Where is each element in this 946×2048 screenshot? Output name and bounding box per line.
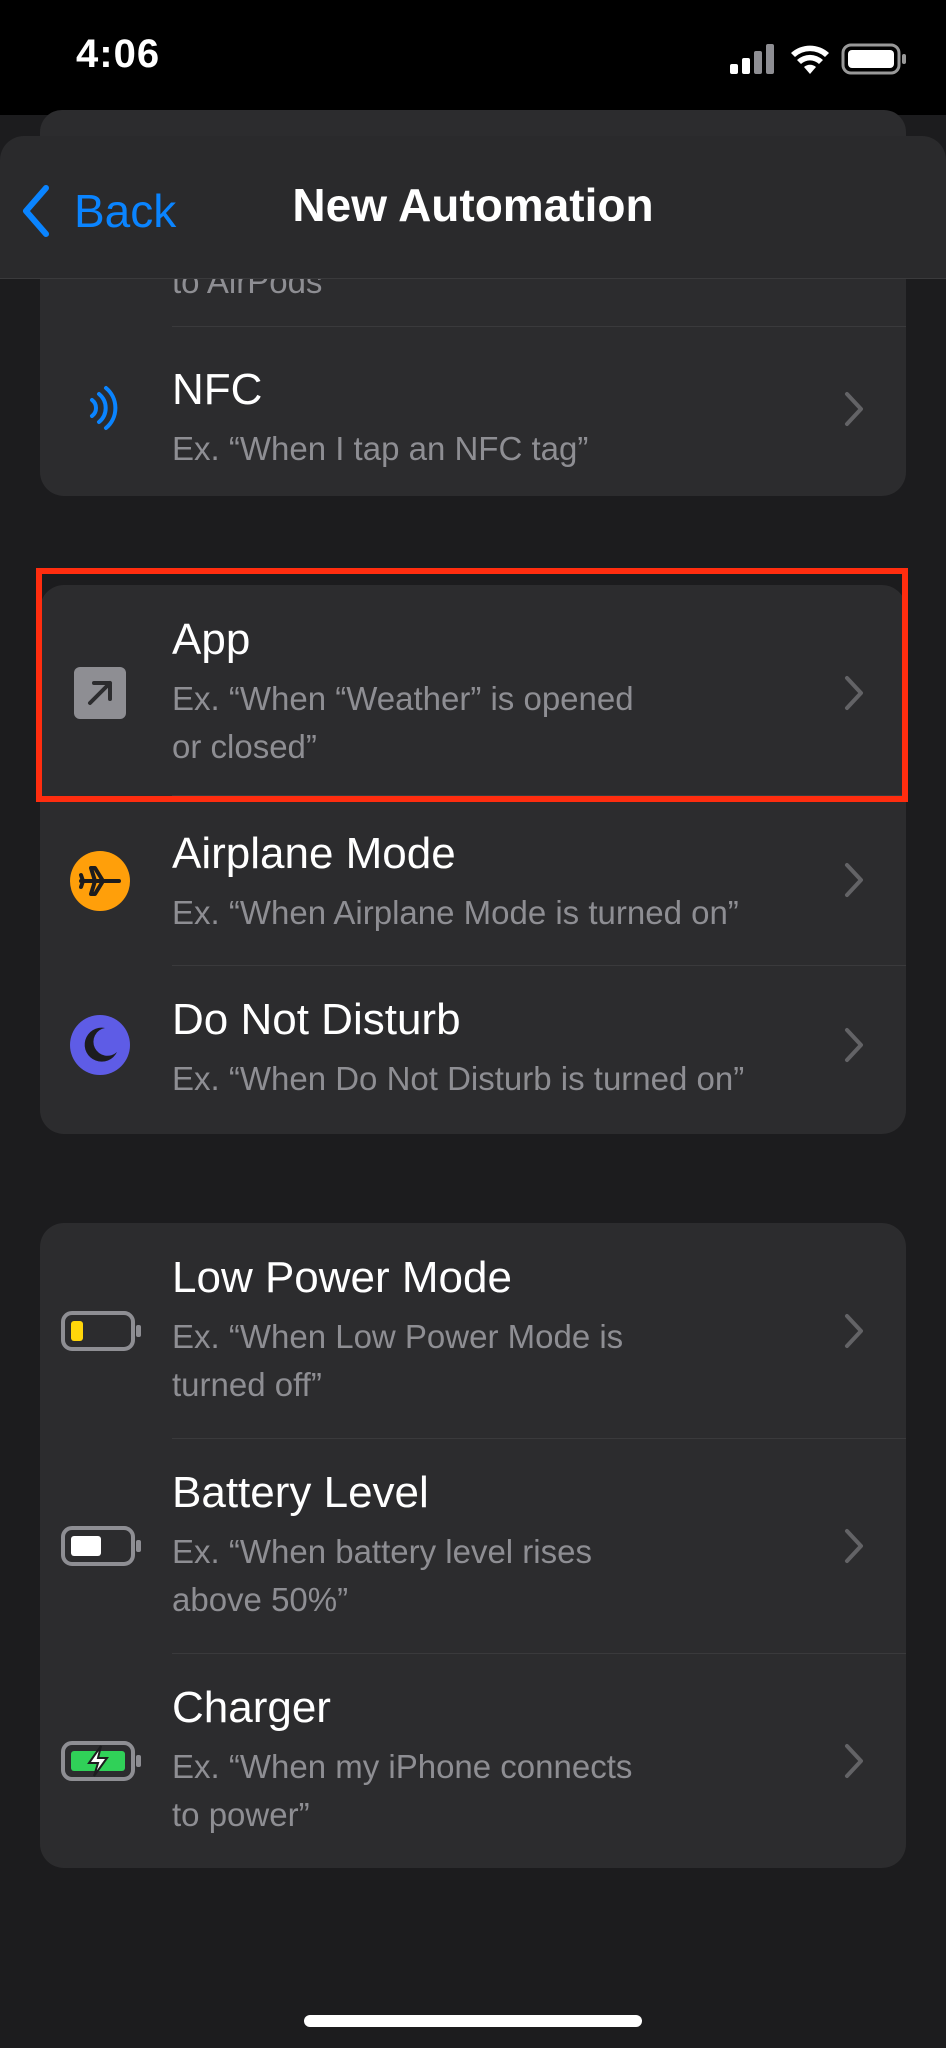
page-title: New Automation [292, 179, 654, 231]
divider [172, 795, 906, 796]
chevron-right-icon [845, 676, 863, 710]
airplane-mode-title: Airplane Mode [172, 829, 456, 878]
airplane-mode-subtitle: Ex. “When Airplane Mode is turned on” [172, 894, 739, 931]
charger-title: Charger [172, 1683, 331, 1732]
charging-battery-icon [60, 1725, 144, 1797]
list-item-do-not-disturb[interactable]: Do Not Disturb Ex. “When Do Not Disturb … [40, 965, 906, 1134]
do-not-disturb-subtitle: Ex. “When Do Not Disturb is turned on” [172, 1060, 745, 1097]
cellular-signal-icon [730, 44, 774, 74]
screen: 4:06 to AirPods NFC Ex. “When I tap an N… [0, 0, 946, 2048]
low-power-mode-title: Low Power Mode [172, 1253, 512, 1302]
charger-subtitle-line2: to power” [172, 1796, 310, 1833]
divider [172, 965, 906, 966]
chevron-right-icon [845, 1744, 863, 1778]
status-time: 4:06 [76, 32, 161, 76]
divider [172, 1653, 906, 1654]
charger-subtitle-line1: Ex. “When my iPhone connects [172, 1748, 633, 1785]
low-battery-icon [60, 1295, 144, 1367]
list-item-airplane-mode[interactable]: Airplane Mode Ex. “When Airplane Mode is… [40, 795, 906, 965]
battery-level-title: Battery Level [172, 1468, 429, 1517]
moon-icon [64, 1009, 136, 1081]
battery-level-subtitle-line1: Ex. “When battery level rises [172, 1533, 592, 1570]
airplane-icon [64, 845, 136, 917]
home-indicator[interactable] [304, 2015, 642, 2027]
app-title: App [172, 615, 251, 664]
list-item-nfc[interactable]: NFC Ex. “When I tap an NFC tag” [40, 327, 906, 496]
group-app-triggers: App Ex. “When “Weather” is opened or clo… [40, 585, 906, 1134]
wifi-icon [791, 45, 829, 74]
app-subtitle-line1: Ex. “When “Weather” is opened [172, 680, 634, 717]
nfc-icon [64, 372, 136, 444]
nfc-title: NFC [172, 365, 263, 414]
group-battery-triggers: Low Power Mode Ex. “When Low Power Mode … [40, 1223, 906, 1868]
divider [172, 1438, 906, 1439]
list-item-app[interactable]: App Ex. “When “Weather” is opened or clo… [40, 585, 906, 795]
battery-level-subtitle-line2: above 50%” [172, 1581, 349, 1618]
chevron-right-icon [845, 863, 863, 897]
list-item-low-power-mode[interactable]: Low Power Mode Ex. “When Low Power Mode … [40, 1223, 906, 1438]
list-item-battery-level[interactable]: Battery Level Ex. “When battery level ri… [40, 1438, 906, 1653]
app-subtitle-line2: or closed” [172, 728, 317, 765]
low-power-mode-subtitle-line1: Ex. “When Low Power Mode is [172, 1318, 624, 1355]
do-not-disturb-title: Do Not Disturb [172, 995, 461, 1044]
app-arrow-icon [64, 657, 136, 729]
status-icons [730, 40, 910, 80]
chevron-right-icon [845, 1529, 863, 1563]
nfc-subtitle: Ex. “When I tap an NFC tag” [172, 430, 589, 467]
status-bar: 4:06 [0, 0, 946, 115]
low-power-mode-subtitle-line2: turned off” [172, 1366, 322, 1403]
list-item-charger[interactable]: Charger Ex. “When my iPhone connects to … [40, 1653, 906, 1868]
battery-status-icon [841, 43, 906, 75]
battery-icon [60, 1510, 144, 1582]
chevron-right-icon [845, 1028, 863, 1062]
chevron-right-icon [845, 392, 863, 426]
chevron-right-icon [845, 1314, 863, 1348]
